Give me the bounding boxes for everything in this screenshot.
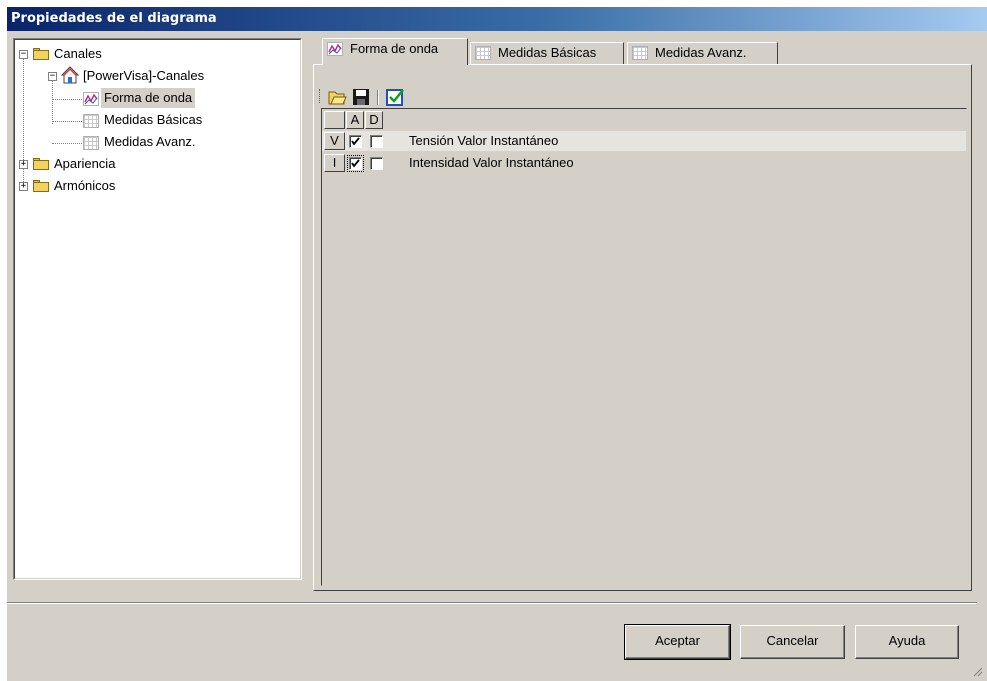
tab-forma-de-onda[interactable]: Forma de onda: [322, 38, 468, 65]
table-row[interactable]: V Tensión Valor Instantáneo: [322, 131, 966, 151]
folder-icon: [33, 180, 49, 192]
toolbar-separator: [377, 90, 379, 105]
resize-grip-icon[interactable]: [971, 665, 983, 677]
help-button[interactable]: Ayuda: [855, 625, 959, 659]
toolbar-grip[interactable]: [319, 89, 322, 103]
tab-label: Medidas Avanz.: [655, 45, 747, 60]
header-corner[interactable]: [324, 111, 345, 129]
waveform-icon: [327, 41, 343, 56]
row-key[interactable]: I: [324, 154, 345, 172]
open-folder-icon[interactable]: [327, 87, 347, 107]
check-all-icon[interactable]: [385, 87, 405, 107]
tree-panel: − Canales − [PowerVisa]-Canales Forma de…: [13, 38, 302, 580]
table-icon: [83, 136, 99, 150]
row-label: Tensión Valor Instantáneo: [409, 133, 559, 148]
dialog-title: Propiedades de el diagrama: [7, 7, 987, 31]
save-icon[interactable]: [351, 87, 371, 107]
table-icon: [632, 45, 648, 60]
checkbox-d[interactable]: [370, 135, 383, 148]
tab-medidas-avanz[interactable]: Medidas Avanz.: [627, 42, 778, 64]
row-label: Intensidad Valor Instantáneo: [409, 155, 574, 170]
header-a[interactable]: A: [346, 111, 364, 129]
folder-icon: [33, 48, 49, 60]
checkbox-d[interactable]: [370, 157, 383, 170]
home-icon: [61, 66, 79, 84]
table-row[interactable]: I Intensidad Valor Instantáneo: [322, 153, 966, 173]
cancel-button[interactable]: Cancelar: [740, 625, 845, 659]
table-icon: [83, 114, 99, 128]
checkbox-a[interactable]: [347, 155, 364, 172]
collapse-canales-toggle[interactable]: −: [19, 50, 28, 59]
separator: [7, 602, 977, 604]
row-key[interactable]: V: [324, 132, 345, 150]
expand-armonicos-toggle[interactable]: +: [19, 182, 28, 191]
accept-button[interactable]: Aceptar: [624, 624, 731, 660]
table-icon: [475, 45, 491, 60]
tab-medidas-basicas[interactable]: Medidas Básicas: [470, 42, 624, 64]
channel-list[interactable]: A D V Tensión Valor Instantáneo I Intens…: [321, 108, 967, 586]
tree-view[interactable]: − Canales − [PowerVisa]-Canales Forma de…: [14, 39, 301, 579]
expand-apariencia-toggle[interactable]: +: [19, 160, 28, 169]
header-d[interactable]: D: [365, 111, 383, 129]
tab-label: Medidas Básicas: [498, 45, 597, 60]
folder-icon: [33, 158, 49, 170]
waveform-icon: [83, 92, 99, 106]
tab-label: Forma de onda: [350, 41, 439, 56]
checkbox-a[interactable]: [349, 135, 362, 148]
collapse-powervisa-toggle[interactable]: −: [48, 72, 57, 81]
